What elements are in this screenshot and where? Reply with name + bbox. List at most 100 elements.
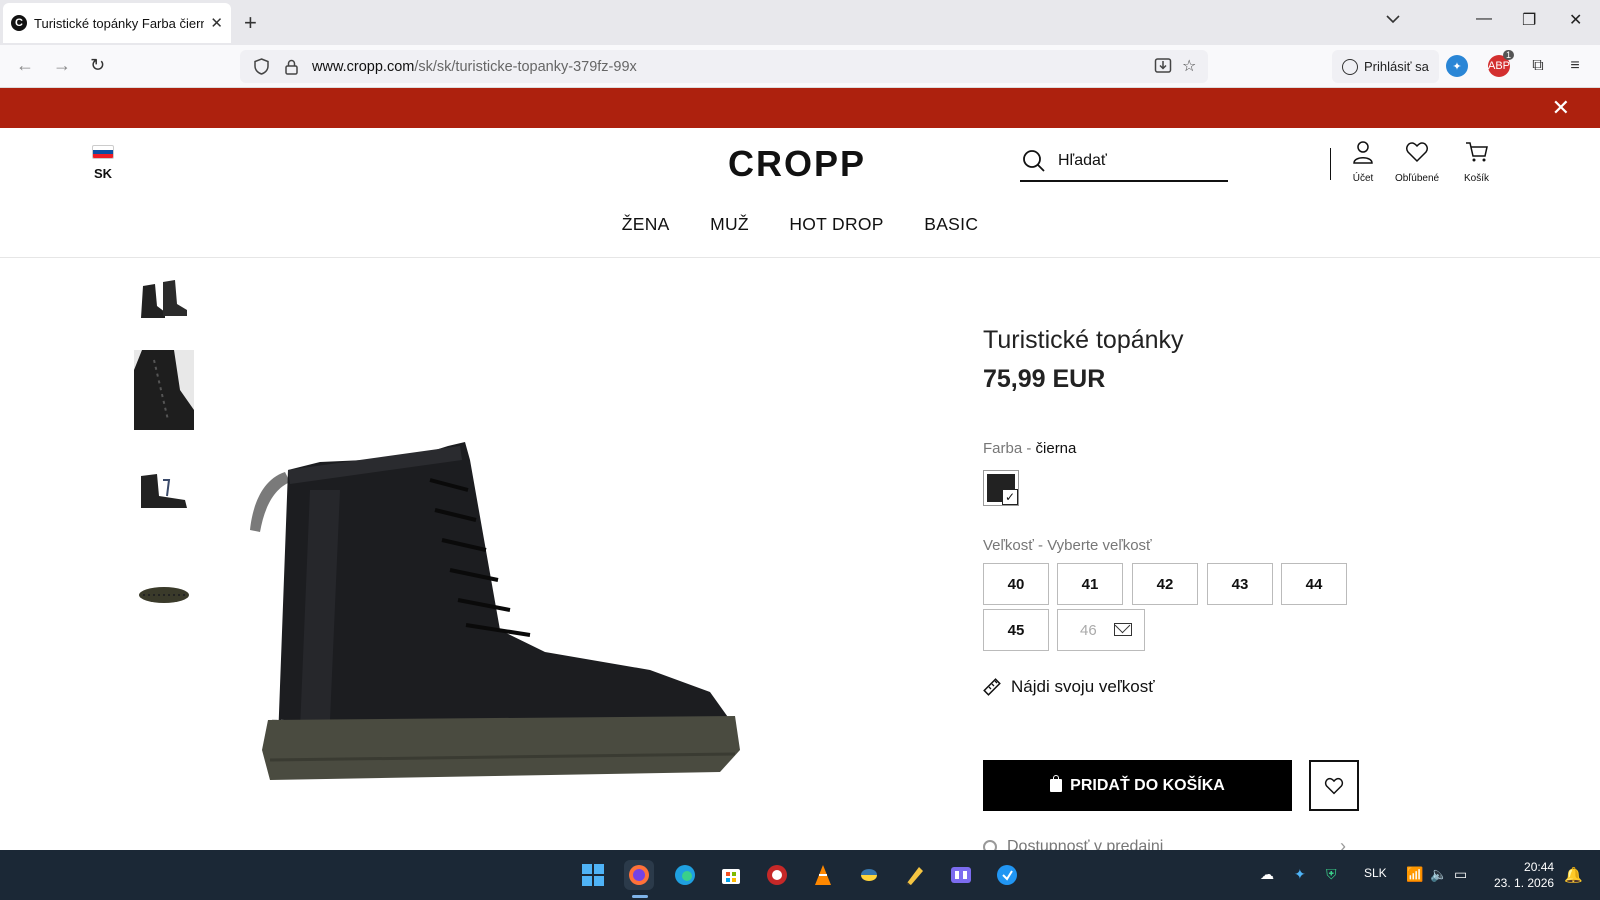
volume-icon[interactable]: 🔈 xyxy=(1430,866,1447,883)
cart-link[interactable]: Košík xyxy=(1464,140,1489,184)
wifi-icon[interactable]: 📶 xyxy=(1406,866,1423,883)
color-label: Farba - čierna xyxy=(983,440,1076,457)
ruler-icon xyxy=(983,678,1001,696)
tray-bird-icon[interactable]: ✦ xyxy=(1294,866,1306,883)
windows-start-icon[interactable] xyxy=(578,860,608,890)
favorites-link[interactable]: Obľúbené xyxy=(1395,140,1439,184)
boot-closeup-image xyxy=(134,350,194,430)
tab-close-icon[interactable]: ✕ xyxy=(210,14,223,32)
notification-bell-icon[interactable]: 🔔 xyxy=(1564,866,1583,884)
extensions-puzzle-icon[interactable]: ⧉ xyxy=(1527,55,1549,77)
lock-icon[interactable] xyxy=(282,58,300,76)
search-icon[interactable] xyxy=(1022,149,1046,173)
promo-close-icon[interactable]: ✕ xyxy=(1552,95,1570,121)
size-option-45[interactable]: 45 xyxy=(983,609,1049,651)
new-tab-button[interactable]: + xyxy=(244,10,257,36)
size-option-43[interactable]: 43 xyxy=(1207,563,1273,605)
nav-item-hot-drop[interactable]: HOT DROP xyxy=(789,214,883,235)
product-thumbnail-3[interactable] xyxy=(134,452,194,532)
size-option-41[interactable]: 41 xyxy=(1057,563,1123,605)
adblock-extension-icon[interactable]: 1 ABP xyxy=(1488,50,1514,77)
signin-label: Prihlásiť sa xyxy=(1364,59,1429,74)
search-bar[interactable] xyxy=(1020,142,1228,182)
boot-sole-image xyxy=(139,587,189,603)
back-icon[interactable]: ← xyxy=(16,55,34,76)
add-to-wishlist-button[interactable] xyxy=(1309,760,1359,811)
system-clock[interactable]: 20:44 23. 1. 2026 xyxy=(1494,859,1554,891)
nav-item-basic[interactable]: BASIC xyxy=(924,214,978,235)
window-close-icon[interactable]: ✕ xyxy=(1569,10,1582,30)
vlc-icon[interactable] xyxy=(808,860,838,890)
account-circle-icon xyxy=(1342,58,1358,75)
clock-date: 23. 1. 2026 xyxy=(1494,876,1555,890)
firefox-icon[interactable] xyxy=(624,860,654,890)
size-option-46-notify[interactable]: 46 xyxy=(1057,609,1145,651)
clock-time: 20:44 xyxy=(1524,860,1555,874)
shield-icon[interactable] xyxy=(252,58,270,76)
find-size-link[interactable]: Nájdi svoju veľkosť xyxy=(983,677,1155,697)
shopping-bag-icon xyxy=(1050,775,1063,792)
cropp-favicon-icon: C xyxy=(11,15,27,31)
messaging-app-icon[interactable] xyxy=(992,860,1022,890)
reload-icon[interactable]: ↻ xyxy=(90,55,105,76)
extension-bird-icon[interactable]: ✦ xyxy=(1446,55,1468,77)
microsoft-store-icon[interactable] xyxy=(716,860,746,890)
bookmark-star-icon[interactable]: ☆ xyxy=(1182,56,1196,76)
edge-icon[interactable] xyxy=(670,860,700,890)
header-divider-line xyxy=(0,257,1600,258)
antivirus-app-icon[interactable] xyxy=(762,860,792,890)
heart-icon xyxy=(1406,142,1428,163)
page-download-icon[interactable] xyxy=(1154,56,1172,79)
slovakia-flag-icon xyxy=(92,145,114,159)
size-option-42[interactable]: 42 xyxy=(1132,563,1198,605)
input-language-indicator[interactable]: SLK xyxy=(1364,866,1387,880)
python-icon[interactable] xyxy=(854,860,884,890)
product-title: Turistické topánky xyxy=(983,326,1184,354)
language-selector[interactable]: SK xyxy=(92,145,114,183)
onedrive-cloud-icon[interactable]: ☁ xyxy=(1260,866,1274,883)
add-to-cart-button[interactable]: PRIDAŤ DO KOŠÍKA xyxy=(983,760,1292,811)
product-price: 75,99 EUR xyxy=(983,365,1106,393)
forward-icon[interactable]: → xyxy=(53,55,71,76)
extension-badge: 1 xyxy=(1502,50,1514,60)
menu-hamburger-icon[interactable]: ≡ xyxy=(1564,55,1586,77)
browser-tab-bar: C Turistické topánky Farba čierna ✕ + — … xyxy=(0,0,1600,45)
url-bar[interactable]: www.cropp.com/sk/sk/turisticke-topanky-3… xyxy=(240,50,1208,83)
windows-taskbar: ☁ ✦ ⛨ SLK 📶 🔈 ▭ 20:44 23. 1. 2026 🔔 xyxy=(0,850,1600,900)
size-option-40[interactable]: 40 xyxy=(983,563,1049,605)
pencil-app-icon[interactable] xyxy=(900,860,930,890)
minimize-icon[interactable]: — xyxy=(1476,10,1492,28)
checkmark-icon: ✓ xyxy=(1002,489,1018,505)
restore-icon[interactable]: ❐ xyxy=(1522,10,1536,30)
product-thumbnail-2[interactable] xyxy=(134,350,194,430)
product-thumbnail-1[interactable] xyxy=(134,260,194,340)
security-shield-icon[interactable]: ⛨ xyxy=(1326,866,1337,883)
search-input[interactable] xyxy=(1058,152,1208,170)
size-label: Veľkosť - Vyberte veľkosť xyxy=(983,537,1152,554)
color-label-prefix: Farba - xyxy=(983,440,1036,457)
tab-list-chevron-icon[interactable] xyxy=(1386,12,1400,27)
add-to-cart-label: PRIDAŤ DO KOŠÍKA xyxy=(1070,776,1225,794)
cropp-logo[interactable]: CROPP xyxy=(728,143,866,185)
nav-item-muz[interactable]: MUŽ xyxy=(710,214,749,235)
header-divider xyxy=(1330,148,1331,180)
browser-tab[interactable]: C Turistické topánky Farba čierna ✕ xyxy=(3,3,231,43)
product-thumbnail-4[interactable] xyxy=(134,555,194,635)
product-main-image[interactable] xyxy=(230,420,770,800)
browser-nav-bar: ← → ↻ www.cropp.com/sk/sk/turisticke-top… xyxy=(0,45,1600,88)
cart-icon xyxy=(1465,142,1488,162)
active-app-indicator xyxy=(632,895,648,898)
url-text[interactable]: www.cropp.com/sk/sk/turisticke-topanky-3… xyxy=(312,59,637,75)
language-code: SK xyxy=(93,166,113,181)
firefox-signin-button[interactable]: Prihlásiť sa xyxy=(1332,50,1439,83)
user-icon xyxy=(1353,141,1373,164)
account-link[interactable]: Účet xyxy=(1351,140,1375,184)
battery-icon[interactable]: ▭ xyxy=(1454,866,1467,883)
account-label: Účet xyxy=(1352,173,1374,184)
media-app-icon[interactable] xyxy=(946,860,976,890)
size-option-44[interactable]: 44 xyxy=(1281,563,1347,605)
nav-item-zena[interactable]: ŽENA xyxy=(622,214,670,235)
mail-notify-icon xyxy=(1114,623,1132,636)
favorites-label: Obľúbené xyxy=(1395,173,1440,184)
color-swatch-black[interactable]: ✓ xyxy=(983,470,1019,506)
